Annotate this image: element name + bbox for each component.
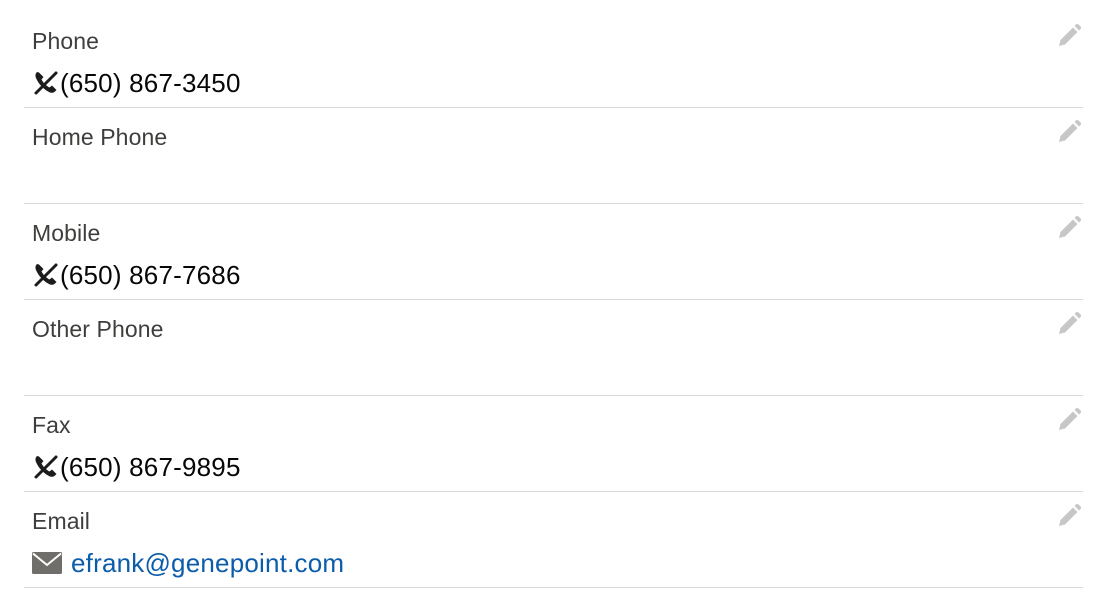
pencil-icon — [1059, 311, 1082, 334]
pencil-icon — [1059, 119, 1082, 142]
field-home-phone: Home Phone — [24, 108, 1083, 204]
field-email: Email efrank@genepoint.com — [24, 492, 1083, 588]
phone-icon — [32, 69, 60, 97]
pencil-icon — [1059, 215, 1082, 238]
pencil-icon — [1059, 23, 1082, 46]
edit-fax-button[interactable] — [1055, 406, 1083, 434]
field-label: Mobile — [32, 220, 101, 246]
field-value[interactable]: efrank@genepoint.com — [32, 547, 344, 579]
contact-fields-section: Phone (650) 867-3450 Home Phone Mobile (… — [24, 12, 1083, 588]
phone-number[interactable]: (650) 867-3450 — [60, 68, 241, 99]
field-other-phone: Other Phone — [24, 300, 1083, 396]
pencil-icon — [1059, 407, 1082, 430]
field-label: Fax — [32, 412, 71, 438]
field-label: Phone — [32, 28, 100, 54]
phone-number[interactable]: (650) 867-7686 — [60, 260, 241, 291]
email-link[interactable]: efrank@genepoint.com — [71, 548, 344, 579]
edit-phone-button[interactable] — [1055, 22, 1083, 50]
fax-number[interactable]: (650) 867-9895 — [60, 452, 241, 483]
phone-icon — [32, 453, 60, 481]
email-icon — [32, 549, 62, 577]
phone-icon — [32, 261, 60, 289]
field-label: Other Phone — [32, 316, 164, 342]
pencil-icon — [1059, 503, 1082, 526]
edit-mobile-button[interactable] — [1055, 214, 1083, 242]
field-fax: Fax (650) 867-9895 — [24, 396, 1083, 492]
field-label: Email — [32, 508, 91, 534]
field-label: Home Phone — [32, 124, 168, 150]
edit-email-button[interactable] — [1055, 502, 1083, 530]
field-phone: Phone (650) 867-3450 — [24, 12, 1083, 108]
field-value[interactable]: (650) 867-7686 — [32, 259, 241, 291]
field-mobile: Mobile (650) 867-7686 — [24, 204, 1083, 300]
field-value[interactable]: (650) 867-3450 — [32, 67, 241, 99]
edit-home-phone-button[interactable] — [1055, 118, 1083, 146]
field-value[interactable]: (650) 867-9895 — [32, 451, 241, 483]
edit-other-phone-button[interactable] — [1055, 310, 1083, 338]
